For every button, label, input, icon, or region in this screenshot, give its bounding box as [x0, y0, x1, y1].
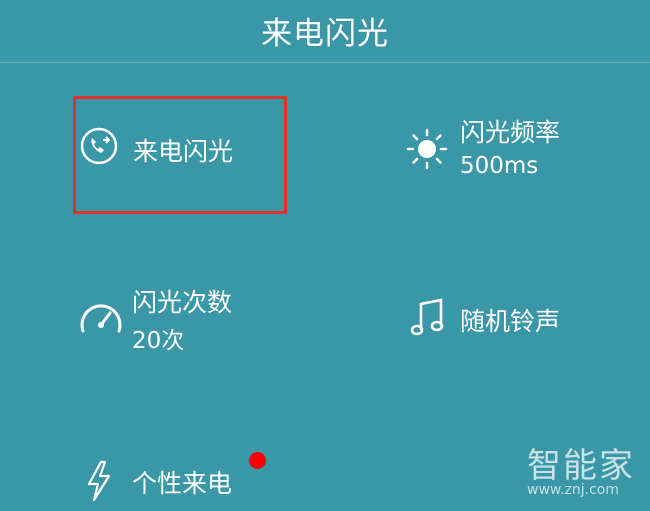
random-ringtone-label: 随机铃声	[460, 307, 561, 336]
flash-count-label: 闪光次数	[132, 288, 233, 317]
lightning-icon	[87, 460, 111, 502]
flash-count-setting[interactable]: 闪光次数 20次	[75, 275, 275, 365]
speedometer-icon	[80, 304, 122, 333]
flash-frequency-value: 500ms	[460, 153, 539, 179]
flash-count-value: 20次	[132, 328, 185, 354]
random-ringtone-setting[interactable]: 随机铃声	[405, 290, 605, 350]
sun-icon	[406, 128, 448, 170]
highlight-box	[73, 96, 287, 214]
watermark-logo-text: 智能家	[527, 446, 635, 486]
header-bar: 来电闪光	[0, 0, 650, 63]
music-note-icon	[410, 298, 444, 336]
page-title: 来电闪光	[261, 16, 389, 52]
flash-frequency-label: 闪光频率	[460, 118, 561, 147]
flash-frequency-setting[interactable]: 闪光频率 500ms	[405, 105, 605, 195]
watermark-url: www.znj.com	[527, 482, 619, 498]
personal-call-label: 个性来电	[132, 469, 233, 498]
personal-call-setting[interactable]: 个性来电	[85, 450, 275, 508]
notification-badge	[249, 452, 266, 469]
